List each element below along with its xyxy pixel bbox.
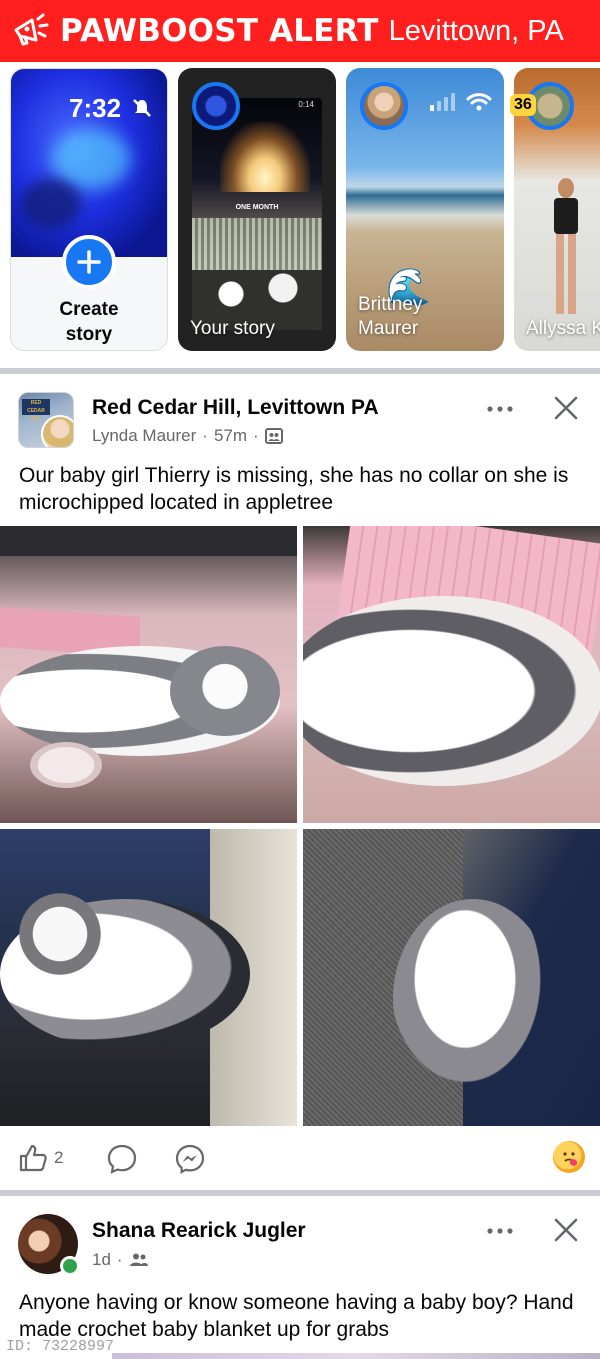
- avatar[interactable]: [18, 1214, 80, 1276]
- pawboost-alert-banner: PAWBOOST ALERT Levittown, PA: [0, 0, 600, 62]
- author-name[interactable]: Shana Rearick Jugler: [92, 1219, 306, 1243]
- post-time[interactable]: 1d: [92, 1250, 111, 1270]
- group-name[interactable]: Red Cedar Hill, Levittown PA: [92, 396, 379, 420]
- alert-location: Levittown, PA: [388, 14, 564, 47]
- more-options-button[interactable]: [480, 394, 520, 424]
- comment-button[interactable]: [106, 1143, 138, 1175]
- story-overlay-text: ONE MONTH: [235, 204, 279, 211]
- like-count: 2: [54, 1148, 64, 1167]
- wifi-icon: [466, 93, 492, 111]
- add-story-button[interactable]: [62, 235, 116, 289]
- post-photo-3[interactable]: [0, 829, 297, 1126]
- group-privacy-icon: [264, 428, 283, 444]
- battery-indicator: 36: [510, 94, 536, 116]
- your-story-thumbnail: ONE MONTH: [192, 98, 322, 330]
- post-meta: 1d ·: [92, 1250, 149, 1270]
- mute-bell-icon: [131, 97, 153, 124]
- online-status-dot: [60, 1256, 80, 1276]
- post-time[interactable]: 57m: [214, 426, 247, 446]
- status-icons: [430, 92, 492, 112]
- comment-icon: [107, 1144, 137, 1174]
- close-icon: [554, 396, 578, 420]
- author-name[interactable]: Lynda Maurer: [92, 426, 196, 446]
- story-card-brittney[interactable]: 🌊 Brittney Maurer: [346, 68, 504, 351]
- section-divider: [0, 368, 600, 374]
- alert-id-label: ID: 73228997: [6, 1338, 115, 1355]
- reaction-emoji-icon[interactable]: [553, 1141, 585, 1173]
- create-story-background: 7:32: [11, 69, 167, 257]
- post-meta: Lynda Maurer · 57m ·: [92, 426, 283, 446]
- close-icon: [554, 1218, 578, 1242]
- friends-audience-icon: [129, 1253, 148, 1266]
- status-time: 7:32: [69, 93, 122, 123]
- create-story-card[interactable]: 7:32 Create story: [10, 68, 168, 351]
- like-button[interactable]: 2: [18, 1143, 63, 1173]
- thumbs-up-icon: [19, 1144, 47, 1172]
- section-divider: [0, 1190, 600, 1196]
- story-name: Brittney Maurer: [358, 294, 423, 339]
- avatar: [360, 82, 408, 130]
- story-duration: 0:14: [298, 100, 314, 109]
- plus-icon: [77, 250, 101, 274]
- hide-post-button[interactable]: [548, 390, 584, 426]
- story-name: Your story: [190, 318, 275, 339]
- post-body-text: Our baby girl Thierry is missing, she ha…: [19, 464, 569, 514]
- story-name: Allyssa K: [526, 318, 600, 339]
- story-photo-person: [546, 178, 586, 318]
- your-story-card[interactable]: ONE MONTH 0:14 Your story: [178, 68, 336, 351]
- author-avatar: [41, 415, 73, 447]
- post-photo-4[interactable]: [303, 829, 600, 1126]
- hide-post-button[interactable]: [548, 1212, 584, 1248]
- more-dots-icon: [487, 406, 513, 412]
- signal-icon: [430, 93, 455, 111]
- next-photo-preview: [112, 1353, 600, 1359]
- create-story-label: Create story: [59, 299, 119, 345]
- more-dots-icon: [487, 1228, 513, 1234]
- post-photo-1[interactable]: [0, 526, 297, 823]
- avatar: [192, 82, 240, 130]
- alert-title: PAWBOOST ALERT: [60, 13, 379, 49]
- messenger-icon: [175, 1144, 205, 1174]
- group-avatar[interactable]: RED CEDAR HILL: [18, 392, 74, 448]
- post-photo-2[interactable]: [303, 526, 600, 823]
- more-options-button[interactable]: [480, 1216, 520, 1246]
- stories-tray: 7:32 Create story ONE MONTH 0:14 Your st…: [0, 62, 600, 370]
- megaphone-icon: [8, 8, 54, 54]
- messenger-share-button[interactable]: [174, 1143, 206, 1175]
- post-body-text: Anyone having or know someone having a b…: [19, 1291, 574, 1341]
- group-sign-logo: RED CEDAR HILL: [22, 399, 50, 422]
